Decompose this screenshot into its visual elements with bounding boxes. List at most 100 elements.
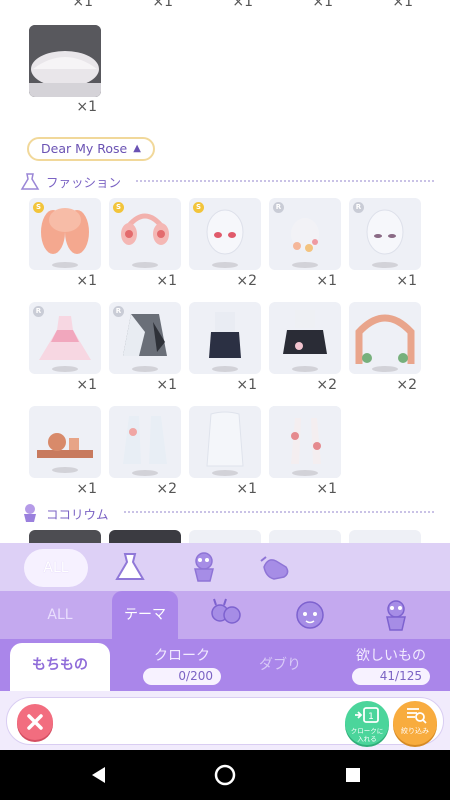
section-title: ココリウム [46, 506, 109, 522]
item-quantity: ×1 [76, 273, 97, 289]
tab-duplicates[interactable]: ダブり [238, 639, 322, 691]
action-bar-container: 1 クロークに 入れる 絞り込み [6, 697, 444, 745]
storage-tabs: もちもの クローク 0/200 ダブり 欲しいもの 41/125 [0, 639, 450, 691]
tab-cloak[interactable]: クローク 0/200 [126, 639, 238, 691]
recents-icon[interactable] [341, 763, 365, 787]
item-thumbnail[interactable] [109, 530, 181, 543]
category-all-label: ALL [43, 560, 69, 576]
section-header-fashion: ファッション [20, 172, 121, 191]
back-icon[interactable] [87, 763, 111, 787]
item-thumbnail[interactable] [189, 406, 261, 478]
item-quantity: ×2 [316, 377, 337, 393]
item-thumbnail[interactable]: R [269, 198, 341, 270]
rarity-badge: R [33, 306, 44, 317]
rarity-badge: R [273, 202, 284, 213]
add-to-cloak-label-line1: クロークに [350, 727, 384, 735]
theme-pill-label: Dear My Rose [41, 141, 128, 156]
item-quantity: ×1 [72, 0, 93, 10]
tab-cloak-label: クローク [154, 648, 210, 664]
item-quantity: ×1 [152, 0, 173, 10]
lamp-icon [29, 25, 101, 97]
item-thumbnail[interactable] [29, 406, 101, 478]
item-quantity: ×1 [316, 481, 337, 497]
item-thumbnail[interactable]: S [29, 198, 101, 270]
tab-wishlist[interactable]: 欲しいもの 41/125 [344, 639, 438, 691]
item-quantity: ×2 [396, 377, 417, 393]
item-thumbnail[interactable]: S [189, 198, 261, 270]
section-title: ファッション [46, 175, 122, 190]
item-quantity: ×1 [232, 0, 253, 10]
item-thumbnail[interactable] [269, 406, 341, 478]
flowerpot-icon[interactable] [186, 551, 222, 583]
category-all-button[interactable]: ALL [24, 549, 88, 587]
item-quantity: ×1 [156, 377, 177, 393]
system-nav-bar [0, 750, 450, 800]
subcategory-all-tab[interactable]: ALL [30, 591, 90, 639]
dress-icon[interactable] [112, 551, 148, 583]
filter-panel: ALL ALL テーマ もちもの クローク 0/200 ダブり 欲しいもの 41… [0, 543, 450, 750]
tab-owned[interactable]: もちもの [10, 643, 110, 691]
item-thumbnail[interactable]: R [29, 302, 101, 374]
home-icon[interactable] [213, 763, 237, 787]
rose-stockings-icon [291, 418, 321, 476]
rarity-badge: S [33, 202, 44, 213]
item-thumbnail[interactable]: R [349, 198, 421, 270]
section-header-cocorium: ココリウム [20, 503, 109, 523]
close-button[interactable] [17, 704, 53, 740]
item-thumbnail[interactable]: R [109, 302, 181, 374]
item-quantity: ×1 [236, 481, 257, 497]
rarity-badge: R [353, 202, 364, 213]
item-quantity: ×1 [312, 0, 333, 10]
suspender-outfit-icon [209, 312, 241, 372]
lace-sleeves-icon [123, 416, 167, 476]
item-thumbnail[interactable] [29, 530, 101, 543]
bouquet-icon[interactable] [376, 597, 416, 633]
item-quantity: ×1 [76, 481, 97, 497]
item-thumbnail[interactable] [189, 302, 261, 374]
item-quantity: ×1 [316, 273, 337, 289]
action-bar: 1 クロークに 入れる 絞り込み [0, 691, 450, 750]
chevron-up-icon: ▲ [133, 143, 141, 154]
item-list[interactable]: ×1 ×1 ×1 ×1 ×1 ×1 Dear My Rose ▲ ファッション [0, 0, 450, 543]
subcategory-tabs: ALL テーマ [0, 591, 450, 639]
rarity-badge: R [113, 306, 124, 317]
sheer-veil-icon [206, 411, 244, 476]
dress-icon [20, 172, 40, 191]
item-quantity: ×1 [392, 0, 413, 10]
tab-wishlist-count: 41/125 [352, 668, 430, 685]
hand-icon[interactable] [258, 551, 294, 583]
close-icon [27, 714, 43, 730]
tab-cloak-count: 0/200 [143, 668, 221, 685]
item-quantity: ×1 [76, 99, 97, 115]
item-quantity: ×2 [236, 273, 257, 289]
filter-label: 絞り込み [401, 727, 429, 735]
filter-icon [407, 708, 427, 724]
tea-set-icon [37, 433, 93, 473]
item-quantity: ×1 [156, 273, 177, 289]
tab-wishlist-label: 欲しいもの [356, 648, 426, 664]
category-tabs: ALL [0, 543, 450, 591]
cloak-mark: 1 [368, 712, 374, 722]
item-quantity: ×1 [76, 377, 97, 393]
face-icon[interactable] [290, 597, 330, 633]
item-quantity: ×2 [156, 481, 177, 497]
item-thumbnail[interactable] [349, 530, 421, 543]
subcategory-theme-tab[interactable]: テーマ [112, 591, 178, 639]
add-to-cloak-button[interactable]: 1 クロークに 入れる [345, 701, 389, 745]
cloak-icon: 1 [355, 707, 379, 723]
item-thumbnail[interactable] [349, 302, 421, 374]
theme-pill[interactable]: Dear My Rose ▲ [27, 137, 155, 161]
item-thumbnail[interactable] [269, 530, 341, 543]
filter-button[interactable]: 絞り込み [393, 701, 437, 745]
flowerpot-icon [20, 503, 40, 523]
rose-arch-icon [355, 314, 415, 372]
item-thumbnail[interactable] [109, 406, 181, 478]
item-thumbnail[interactable] [29, 25, 101, 97]
item-thumbnail[interactable] [269, 302, 341, 374]
rarity-badge: S [193, 202, 204, 213]
item-thumbnail[interactable]: S [109, 198, 181, 270]
add-to-cloak-label-line2: 入れる [357, 735, 377, 743]
add-to-cloak-label: クロークに 入れる [345, 727, 389, 743]
kids-icon[interactable] [206, 597, 246, 633]
item-thumbnail[interactable] [189, 530, 261, 543]
